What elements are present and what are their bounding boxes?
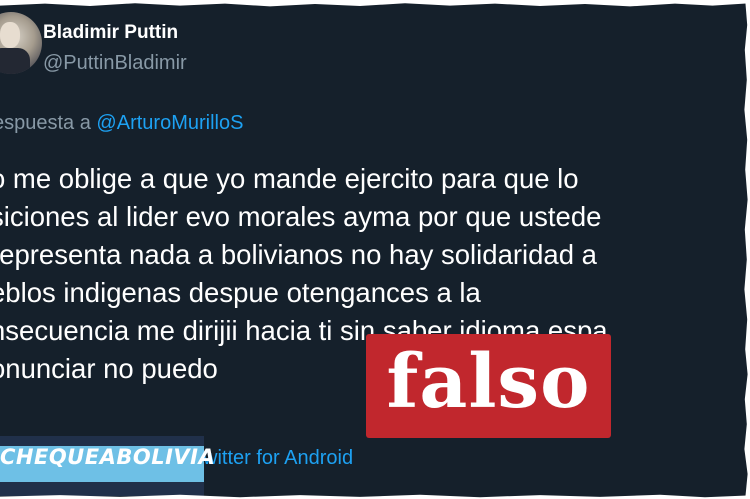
logo-text: CHEQUEABOLIVIA [0, 445, 216, 469]
profile-avatar[interactable] [0, 12, 42, 74]
reply-mention-link[interactable]: @ArturoMurilloS [96, 112, 243, 134]
tweet-line: eblos indigenas despue otengances a la [0, 277, 481, 308]
reply-context: espuesta a @ArturoMurilloS [0, 112, 243, 135]
avatar-suit [0, 48, 30, 74]
tweet-screenshot: Bladimir Puttin @PuttinBladimir espuesta… [0, 0, 750, 499]
tweet-source-link[interactable]: witter for Android [203, 447, 353, 470]
chequea-bolivia-logo: CHEQUEABOLIVIA [0, 436, 216, 496]
verdict-label: falso [386, 339, 591, 425]
avatar-face [0, 22, 20, 48]
author-handle[interactable]: @PuttinBladimir [43, 52, 187, 75]
torn-edge-top [0, 0, 750, 7]
author-display-name[interactable]: Bladimir Puttin [43, 22, 178, 44]
tweet-line: representa nada a bolivianos no hay soli… [0, 239, 597, 270]
verdict-stamp: falso [366, 334, 611, 438]
tweet-line: o me oblige a que yo mande ejercito para… [0, 163, 579, 194]
tweet-line: siciones al lider evo morales ayma por q… [0, 201, 602, 232]
reply-prefix: espuesta a [0, 112, 97, 134]
